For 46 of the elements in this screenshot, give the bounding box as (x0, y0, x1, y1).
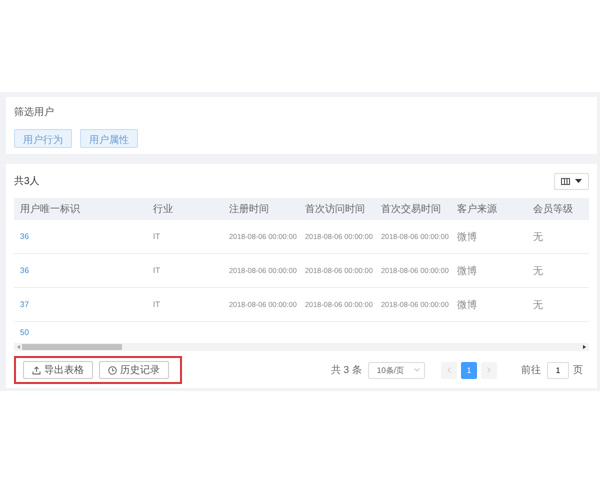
table-cell: 无 (533, 300, 543, 310)
section-title: 筛选用户 (14, 106, 55, 119)
caret-icon (575, 179, 582, 183)
column-header: 注册时间 (223, 198, 299, 220)
column-header: 用户唯一标识 (14, 198, 147, 220)
previous-page-button[interactable] (441, 362, 457, 378)
page-unit-label: 页 (573, 364, 583, 377)
goto-label: 前往 (521, 364, 541, 377)
scroll-left-icon (17, 345, 20, 349)
columns-button[interactable] (554, 172, 589, 190)
scrollbar-thumb[interactable] (22, 344, 122, 350)
column-header: 会员等级 (527, 198, 589, 220)
upload-icon (32, 366, 41, 374)
filter-button[interactable]: 用户属性 (80, 129, 138, 148)
table-cell: IT (153, 300, 160, 309)
user-id-link[interactable]: 36 (20, 232, 29, 241)
table-cell: 无 (533, 266, 543, 276)
page-size-select[interactable]: 10条/页 (368, 362, 425, 378)
next-page-button[interactable] (481, 362, 497, 378)
column-header: 首次交易时间 (375, 198, 451, 220)
table-cell: IT (153, 232, 160, 241)
table-cell: 微博 (457, 232, 477, 242)
chevron-down-icon (414, 368, 420, 372)
column-header: 客户来源 (451, 198, 527, 220)
column-header: 行业 (147, 198, 223, 220)
table-cell: 无 (533, 232, 543, 242)
page-number-field[interactable]: 1 (547, 362, 569, 378)
result-count: 共3人 (14, 174, 40, 188)
total-count: 共 3 条 (330, 364, 362, 377)
columns-icon (561, 178, 570, 184)
horizontal-scrollbar[interactable] (14, 343, 589, 351)
table-cell: IT (153, 266, 160, 275)
chevron-left-icon (447, 367, 451, 373)
user-id-link[interactable]: 36 (20, 266, 29, 275)
scroll-right-icon (583, 345, 586, 349)
history-button[interactable]: 历史记录 (99, 361, 169, 379)
column-header: 首次访问时间 (299, 198, 375, 220)
filter-button[interactable]: 用户行为 (14, 129, 72, 148)
chevron-right-icon (487, 367, 491, 373)
user-id-link[interactable]: 37 (20, 300, 29, 309)
table-cell: 微博 (457, 266, 477, 276)
clock-icon (108, 366, 117, 374)
user-id-link[interactable]: 50 (20, 328, 29, 337)
export-button[interactable]: 导出表格 (23, 361, 93, 379)
table-cell: 微博 (457, 300, 477, 310)
page-button[interactable]: 1 (461, 362, 477, 378)
